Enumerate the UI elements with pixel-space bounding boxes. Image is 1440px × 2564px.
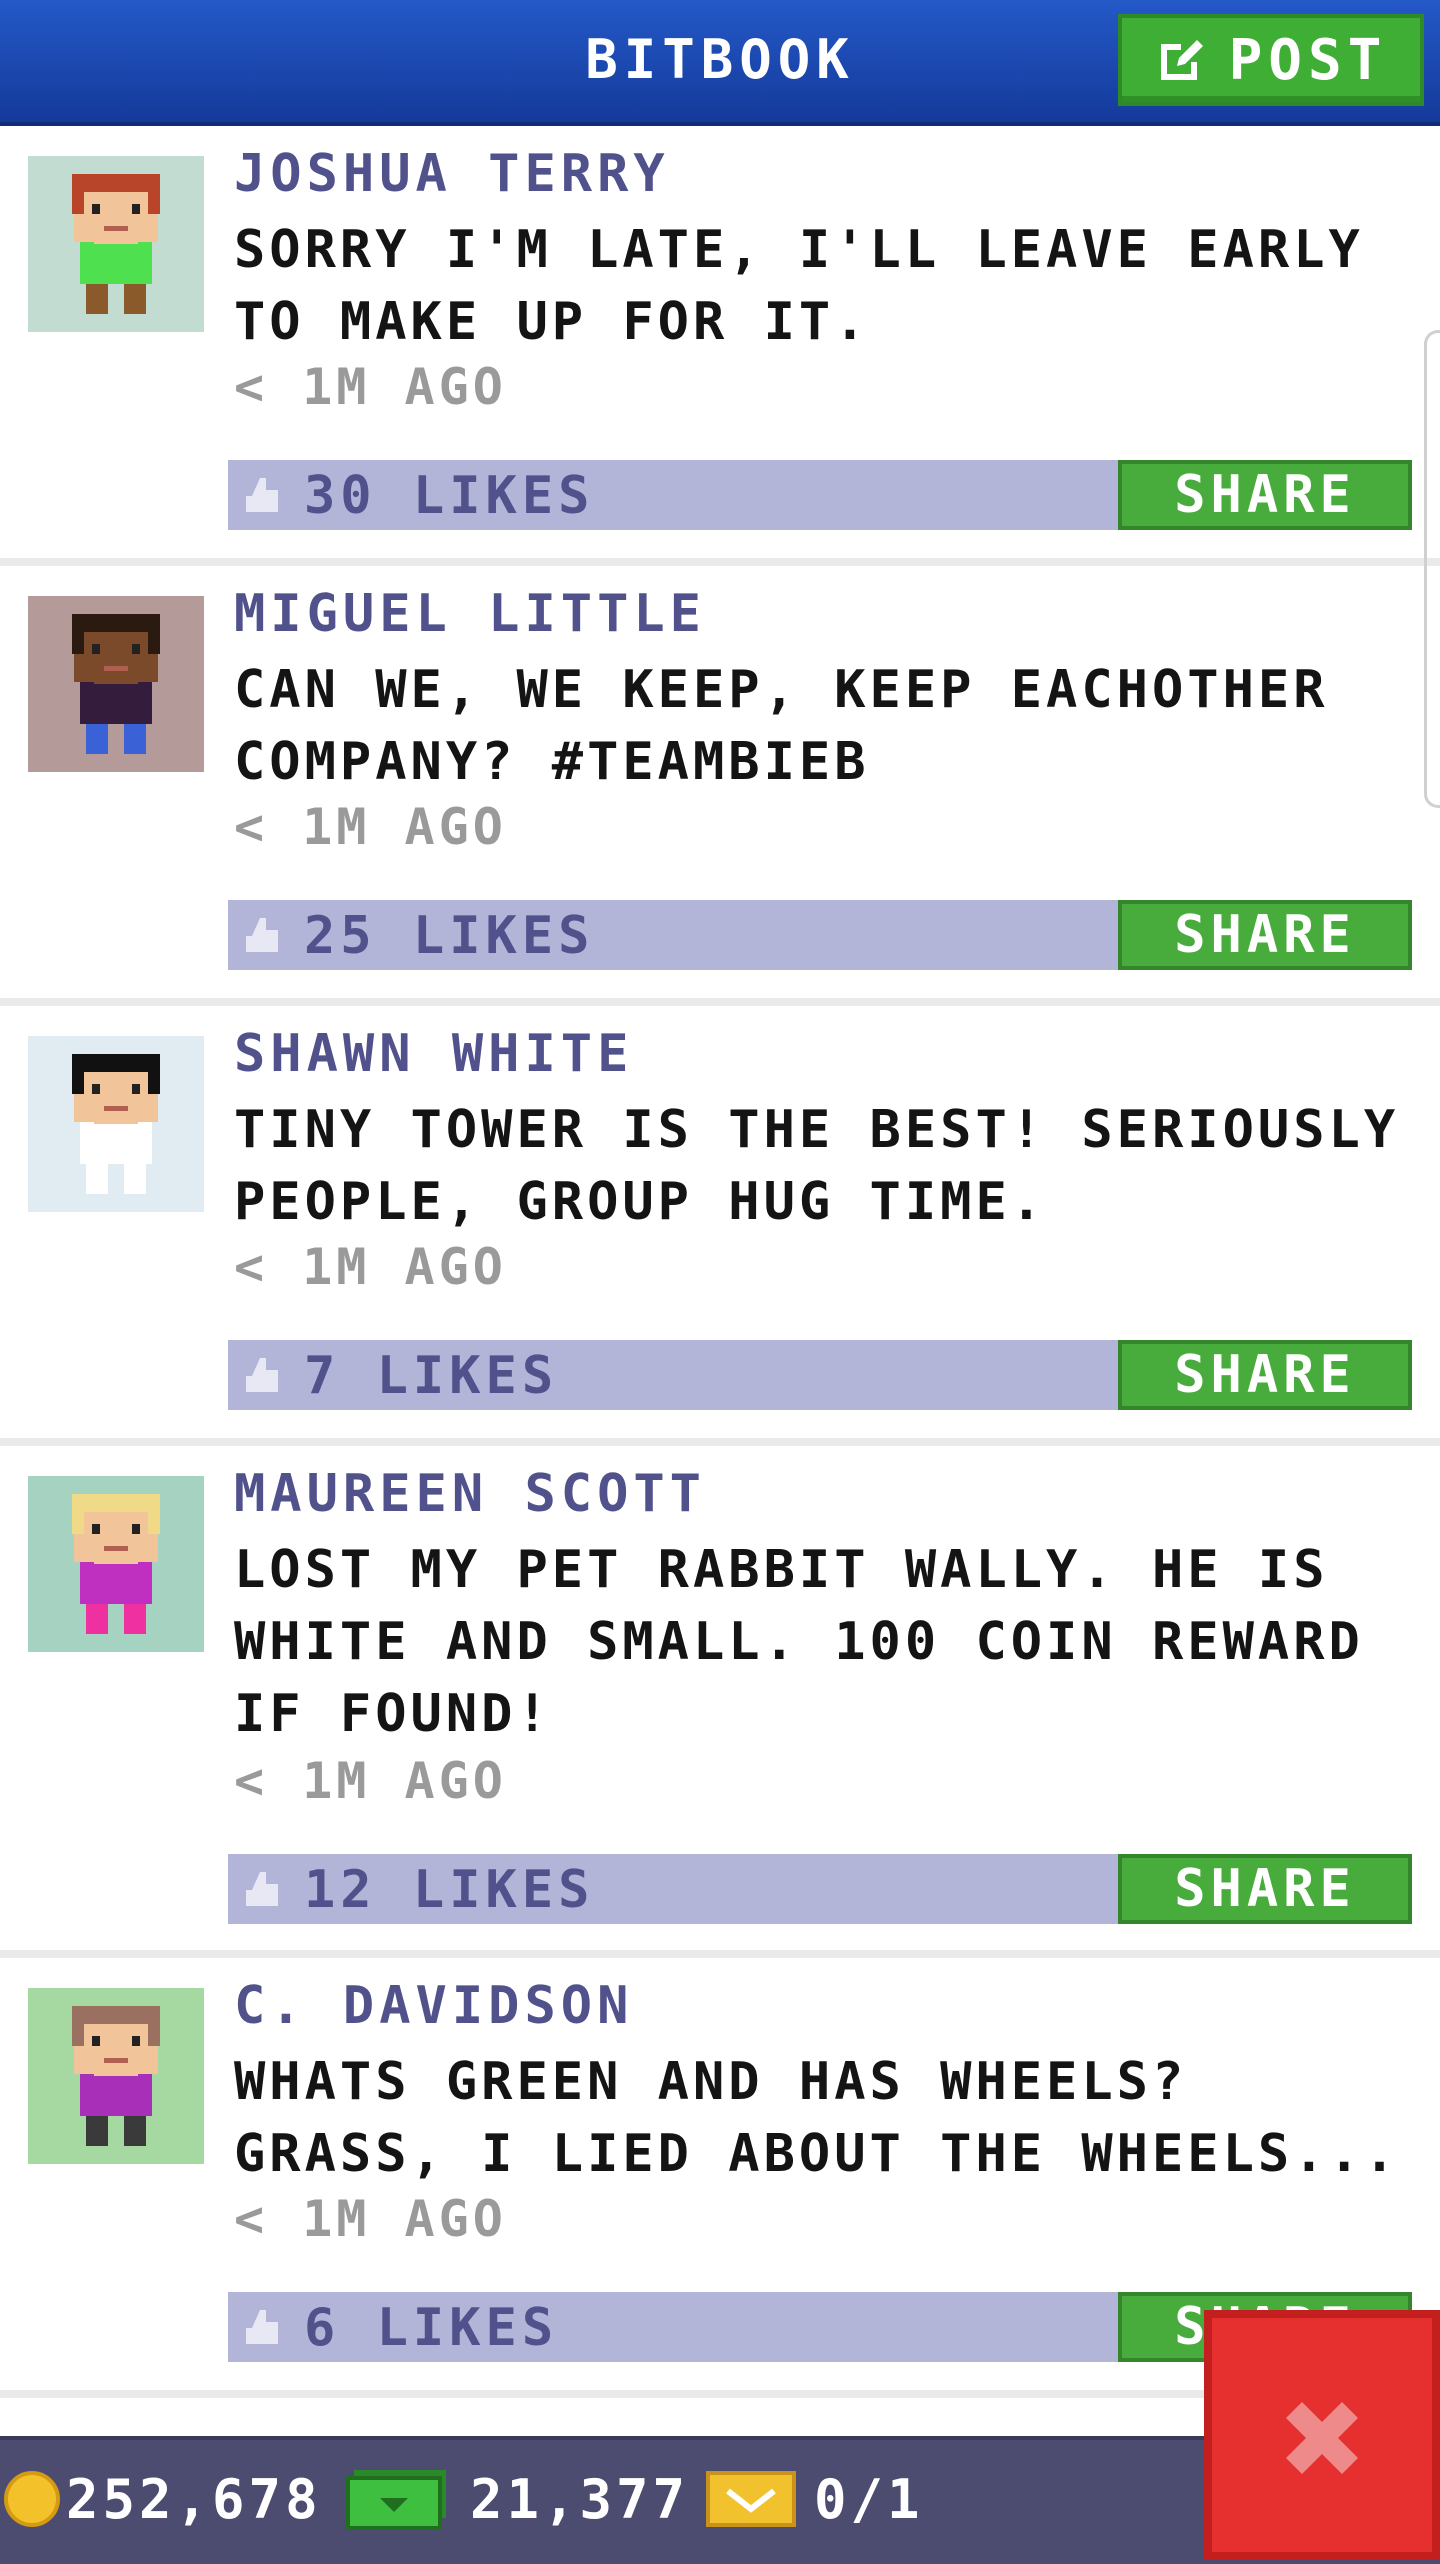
avatar[interactable] — [28, 156, 204, 332]
share-button[interactable]: SHARE — [1118, 900, 1412, 970]
post-button[interactable]: POST — [1118, 14, 1424, 106]
avatar[interactable] — [28, 1988, 204, 2164]
avatar-figure — [28, 1036, 204, 1212]
share-button[interactable]: SHARE — [1118, 460, 1412, 530]
post-time: < 1M AGO — [234, 1238, 507, 1296]
post-author[interactable]: JOSHUA TERRY — [234, 144, 670, 204]
share-button[interactable]: SHARE — [1118, 1340, 1412, 1410]
post-item: MIGUEL LITTLE CAN WE, WE KEEP, KEEP EACH… — [0, 566, 1440, 1006]
post-author[interactable]: MIGUEL LITTLE — [234, 584, 706, 644]
tickets-value: 0/1 — [814, 2467, 924, 2531]
post-author[interactable]: SHAWN WHITE — [234, 1024, 633, 1084]
avatar-figure — [28, 156, 204, 332]
like-bar[interactable]: 25 LIKES SHARE — [228, 900, 1412, 970]
post-message: WHATS GREEN AND HAS WHEELS? GRASS, I LIE… — [234, 2052, 1400, 2184]
like-bar[interactable]: 7 LIKES SHARE — [228, 1340, 1412, 1410]
avatar[interactable] — [28, 1036, 204, 1212]
avatar-figure — [28, 1988, 204, 2164]
post-item: SHAWN WHITE TINY TOWER IS THE BEST! SERI… — [0, 1006, 1440, 1446]
post-message: CAN WE, WE KEEP, KEEP EACHOTHER COMPANY?… — [234, 660, 1329, 792]
like-count: 25 LIKES — [304, 906, 595, 966]
avatar[interactable] — [28, 596, 204, 772]
post-message: LOST MY PET RABBIT WALLY. HE IS WHITE AN… — [234, 1540, 1364, 1744]
like-icon — [246, 478, 278, 512]
post-time: < 1M AGO — [234, 1752, 507, 1810]
post-time: < 1M AGO — [234, 2190, 507, 2248]
bux-value: 21,377 — [470, 2467, 690, 2531]
close-icon — [1286, 2402, 1358, 2474]
like-count: 30 LIKES — [304, 466, 595, 526]
tickets-stat: 0/1 — [706, 2464, 924, 2534]
like-count: 7 LIKES — [304, 1346, 559, 1406]
like-count: 6 LIKES — [304, 2298, 559, 2358]
avatar-figure — [28, 596, 204, 772]
post-message: TINY TOWER IS THE BEST! SERIOUSLY PEOPLE… — [234, 1100, 1400, 1232]
coins-value: 252,678 — [66, 2467, 322, 2531]
coin-icon — [4, 2471, 60, 2527]
cash-icon — [346, 2470, 446, 2530]
top-bar: BITBOOK POST — [0, 0, 1440, 126]
feed[interactable]: JOSHUA TERRY SORRY I'M LATE, I'LL LEAVE … — [0, 126, 1440, 2436]
post-button-label: POST — [1228, 27, 1388, 93]
post-time: < 1M AGO — [234, 798, 507, 856]
bux-stat: 21,377 — [346, 2464, 689, 2534]
like-icon — [246, 918, 278, 952]
post-time: < 1M AGO — [234, 358, 507, 416]
avatar[interactable] — [28, 1476, 204, 1652]
post-message: SORRY I'M LATE, I'LL LEAVE EARLY TO MAKE… — [234, 220, 1364, 352]
like-icon — [246, 1872, 278, 1906]
edit-icon — [1160, 40, 1203, 80]
like-bar[interactable]: 30 LIKES SHARE — [228, 460, 1412, 530]
like-count: 12 LIKES — [304, 1860, 595, 1920]
scrollbar[interactable] — [1424, 330, 1440, 808]
like-icon — [246, 2310, 278, 2344]
coins-stat: 252,678 — [4, 2464, 322, 2534]
post-author[interactable]: MAUREEN SCOTT — [234, 1464, 706, 1524]
close-button[interactable] — [1204, 2310, 1440, 2560]
ticket-icon — [706, 2471, 796, 2527]
share-button[interactable]: SHARE — [1118, 1854, 1412, 1924]
avatar-figure — [28, 1476, 204, 1652]
post-author[interactable]: C. DAVIDSON — [234, 1976, 633, 2036]
post-item: JOSHUA TERRY SORRY I'M LATE, I'LL LEAVE … — [0, 126, 1440, 566]
like-bar[interactable]: 12 LIKES SHARE — [228, 1854, 1412, 1924]
post-item: MAUREEN SCOTT LOST MY PET RABBIT WALLY. … — [0, 1446, 1440, 1958]
like-icon — [246, 1358, 278, 1392]
